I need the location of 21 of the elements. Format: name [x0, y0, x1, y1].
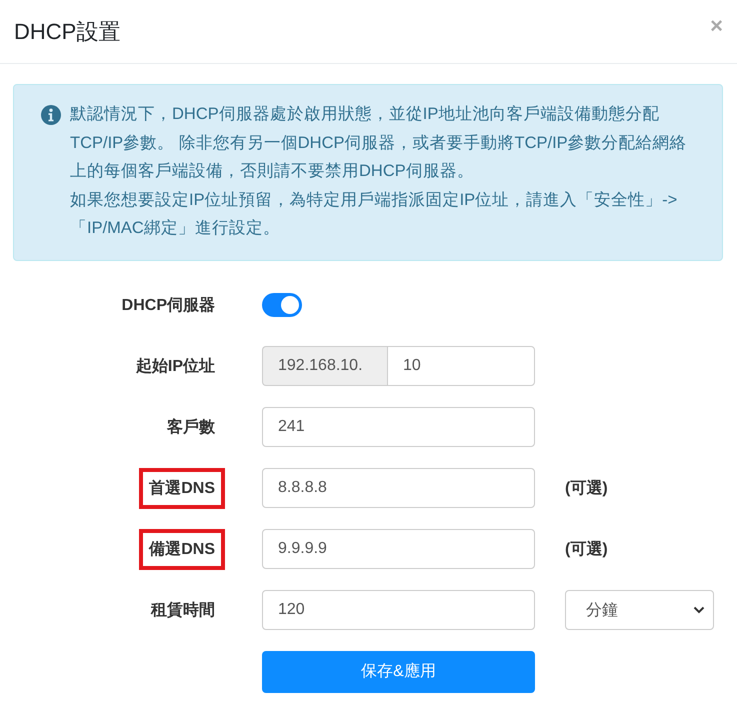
- unit-dropdown[interactable]: 分鐘: [565, 590, 714, 630]
- field-label: DHCP伺服器: [120, 296, 216, 316]
- optional-note: (可選): [565, 478, 608, 498]
- ip-prefix: 192.168.10.: [262, 346, 387, 386]
- toggle-switch[interactable]: [262, 293, 302, 317]
- info-icon: [41, 105, 61, 125]
- field-label: 首選DNS: [139, 468, 225, 508]
- text-field[interactable]: 9.9.9.9: [262, 529, 535, 569]
- chevron-down-icon: [693, 606, 705, 614]
- field-label: 起始IP位址: [134, 356, 216, 376]
- text-field[interactable]: 10: [387, 346, 535, 386]
- alert-text: 默認情況下，DHCP伺服器處於啟用狀態，並從IP地址池向客戶端設備動態分配TCP/IP參數。 除非您有另一個DHCP伺服器，或者要手動將TCP/IP參數分配給網絡上的每個客戶端設備，否則請不要禁用DHCP伺服器。: [70, 104, 688, 182]
- text-field[interactable]: 8.8.8.8: [262, 468, 535, 508]
- alert-text: 如果您想要設定IP位址預留，為特定用戶端指派固定IP位址，請進入「安全性」->「IP/MAC綁定」進行設定。: [70, 190, 678, 239]
- field-label: 備選DNS: [139, 528, 225, 570]
- field-label: 客戶數: [166, 417, 216, 438]
- optional-note: (可選): [565, 540, 608, 560]
- dialog-title: DHCP設置: [14, 18, 120, 46]
- text-field[interactable]: 241: [262, 407, 535, 447]
- field-label: 租賃時間: [150, 600, 216, 620]
- text-field[interactable]: 120: [262, 590, 535, 630]
